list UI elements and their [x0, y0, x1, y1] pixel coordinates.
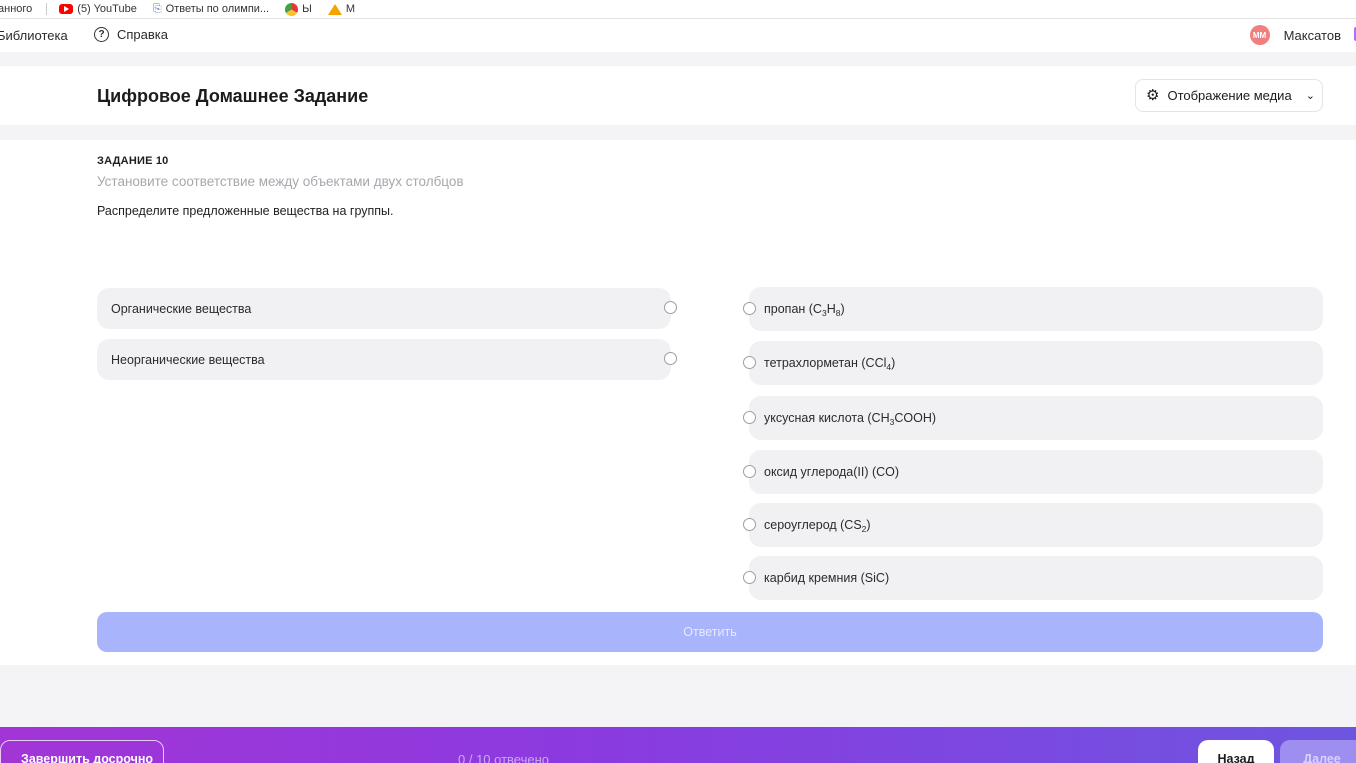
bookmark-label: Ы [302, 3, 312, 15]
top-nav: Библиотека ? Справка ММ Максатов [0, 19, 1356, 52]
item-carbon-monoxide[interactable]: оксид углерода(II) (CO) [743, 450, 1323, 494]
group-organic[interactable]: Органические вещества [97, 288, 677, 329]
match-radio[interactable] [664, 352, 677, 365]
avatar: ММ [1249, 25, 1270, 45]
item-pill: пропан (C3H8) [749, 287, 1323, 331]
answer-button[interactable]: Ответить [97, 612, 1323, 652]
document-icon: ⎘ [152, 2, 162, 15]
group-inorganic[interactable]: Неорганические вещества [97, 339, 677, 380]
item-propane[interactable]: пропан (C3H8) [743, 287, 1323, 331]
help-icon: ? [94, 27, 109, 42]
item-pill: сероуглерод (CS2) [749, 503, 1323, 547]
bookmark-item[interactable]: анного [0, 3, 32, 15]
user-name: Максатов [1283, 27, 1341, 43]
progress-counter: 0 / 10 отвечено [458, 752, 550, 763]
bookmark-m[interactable]: М [327, 3, 356, 15]
item-silicon-carbide[interactable]: карбид кремния (SiC) [743, 556, 1323, 600]
match-radio[interactable] [743, 411, 756, 424]
group-label: Неорганические вещества [111, 352, 265, 367]
page-title: Цифровое Домашнее Задание [97, 86, 369, 106]
bookmarks-bar: анного (5) YouTube ⎘ Ответы по олимпи...… [0, 0, 1356, 19]
bookmark-answers[interactable]: ⎘ Ответы по олимпи... [153, 3, 269, 16]
finish-early-button[interactable]: Завершить досрочно [0, 740, 164, 763]
match-radio[interactable] [743, 356, 756, 369]
match-radio[interactable] [664, 301, 677, 314]
colored-circle-icon [285, 2, 299, 16]
task-card: ЗАДАНИЕ 10 Установите соответствие между… [0, 140, 1356, 665]
page-header: Цифровое Домашнее Задание ⚙ Отображение … [0, 66, 1356, 125]
item-pill: тетрахлорметан (CCl4) [749, 341, 1323, 385]
item-label: пропан (C3H8) [764, 302, 845, 318]
task-number: ЗАДАНИЕ 10 [97, 155, 169, 167]
next-button[interactable]: Далее [1280, 740, 1356, 763]
item-label: карбид кремния (SiC) [764, 571, 890, 585]
media-display-dropdown[interactable]: ⚙ Отображение медиа ⌄ [1135, 79, 1323, 112]
back-button[interactable]: Назад [1198, 740, 1274, 763]
bookmark-separator [46, 3, 48, 15]
item-label: уксусная кислота (CH3COOH) [764, 411, 937, 427]
match-radio[interactable] [743, 465, 756, 478]
match-radio[interactable] [743, 571, 756, 584]
bookmark-youtube[interactable]: (5) YouTube [59, 3, 137, 15]
match-radio[interactable] [743, 302, 756, 315]
item-label: тетрахлорметан (CCl4) [764, 356, 896, 372]
task-hint: Установите соответствие между объектами … [97, 174, 464, 189]
item-label: оксид углерода(II) (CO) [764, 465, 900, 479]
youtube-icon [59, 4, 74, 14]
user-menu[interactable]: ММ Максатов [1249, 25, 1341, 45]
bookmark-label: анного [0, 3, 33, 15]
group-label: Органические вещества [111, 301, 252, 316]
nav-library-link[interactable]: Библиотека [0, 28, 68, 43]
item-pill: оксид углерода(II) (CO) [749, 450, 1323, 494]
bookmark-y[interactable]: Ы [285, 2, 312, 16]
item-tetrachloromethane[interactable]: тетрахлорметан (CCl4) [743, 341, 1323, 385]
bookmark-label: (5) YouTube [77, 3, 137, 15]
media-display-label: Отображение медиа [1167, 88, 1292, 103]
item-acetic-acid[interactable]: уксусная кислота (CH3COOH) [743, 396, 1323, 440]
bookmark-label: М [345, 3, 356, 15]
task-question: Распределите предложенные вещества на гр… [97, 204, 394, 218]
nav-help-label: Справка [117, 27, 168, 42]
match-radio[interactable] [743, 518, 756, 531]
item-pill: карбид кремния (SiC) [749, 556, 1323, 600]
item-pill: уксусная кислота (CH3COOH) [749, 396, 1323, 440]
item-carbon-disulfide[interactable]: сероуглерод (CS2) [743, 503, 1323, 547]
item-label: сероуглерод (CS2) [764, 518, 871, 534]
chevron-down-icon: ⌄ [1305, 90, 1315, 102]
bookmark-label: Ответы по олимпи... [165, 3, 270, 15]
gear-icon: ⚙ [1146, 87, 1160, 104]
triangle-icon [327, 3, 342, 15]
nav-help-link[interactable]: ? Справка [94, 27, 168, 42]
bottom-bar: Завершить досрочно 0 / 10 отвечено Назад… [0, 727, 1356, 763]
